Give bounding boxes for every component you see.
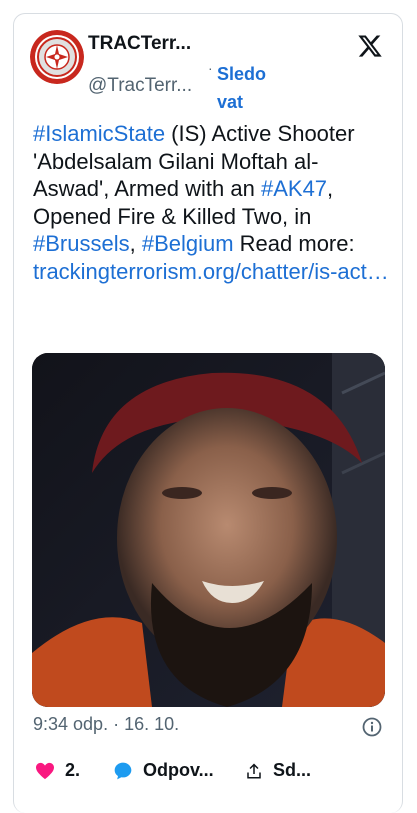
tweet-media-image[interactable] xyxy=(32,353,385,707)
follow-label-line2: vat xyxy=(217,92,244,112)
tweet-actions: 2. Odpov... Sd... xyxy=(35,760,405,788)
hashtag-link[interactable]: #Brussels xyxy=(33,231,130,256)
reply-button[interactable]: Odpov... xyxy=(113,760,214,781)
hashtag-link[interactable]: #Belgium xyxy=(142,231,234,256)
tweet-text-segment: , xyxy=(129,231,142,256)
article-link[interactable]: trackingterrorism.org/chatter/is-act… xyxy=(33,259,389,284)
follow-button[interactable]: Sledo vat xyxy=(217,60,277,116)
account-handle[interactable]: @TracTerr... xyxy=(88,75,192,97)
share-label: Sd... xyxy=(273,760,312,780)
reply-label: Odpov... xyxy=(143,760,214,780)
tractr-logo xyxy=(30,30,84,84)
like-button[interactable]: 2. xyxy=(35,760,80,781)
like-count: 2. xyxy=(65,760,81,780)
x-logo-icon[interactable] xyxy=(357,33,383,59)
hashtag-link[interactable]: #AK47 xyxy=(261,176,327,201)
follow-label-line1: Sledo xyxy=(217,64,267,84)
share-button[interactable]: Sd... xyxy=(245,760,311,781)
share-icon xyxy=(247,763,261,778)
display-name[interactable]: TRACTerr... xyxy=(88,33,191,55)
heart-icon xyxy=(36,762,54,779)
tweet-text: #IslamicState (IS) Active Shooter 'Abdel… xyxy=(33,120,393,285)
info-icon[interactable] xyxy=(362,717,382,737)
account-avatar[interactable] xyxy=(30,30,84,84)
tweet-text-segment: Read more: xyxy=(233,231,355,256)
video-still-image xyxy=(32,353,385,707)
tweet-timestamp[interactable]: 9:34 odp. · 16. 10. xyxy=(33,714,179,735)
separator-dot: · xyxy=(208,60,213,76)
hashtag-link[interactable]: #IslamicState xyxy=(33,121,165,146)
reply-bubble-icon xyxy=(114,762,132,779)
